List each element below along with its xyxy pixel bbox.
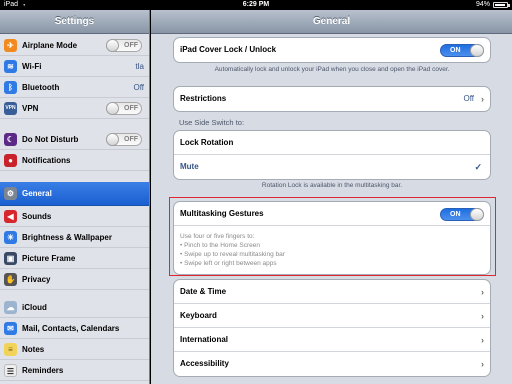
sidebar-item-reminders[interactable]: ☰ Reminders [0, 360, 149, 381]
do-not-disturb-toggle[interactable]: OFF [106, 133, 142, 146]
vpn-toggle[interactable]: OFF [106, 102, 142, 115]
wifi-network-value: tla [135, 62, 144, 71]
status-bar: iPad ◔ 6:29 PM 94% [0, 0, 512, 10]
sun-icon: ☀ [4, 231, 17, 244]
sidebar-item-sounds[interactable]: ◀ Sounds [0, 206, 149, 227]
sidebar-item-notifications[interactable]: ● Notifications [0, 150, 149, 171]
date-time-row[interactable]: Date & Time › [174, 280, 490, 304]
sidebar-item-icloud[interactable]: ☁ iCloud [0, 297, 149, 318]
sidebar-item-picture-frame[interactable]: ▣ Picture Frame [0, 248, 149, 269]
mail-icon: ✉ [4, 322, 17, 335]
restrictions-row[interactable]: Restrictions Off › [174, 87, 490, 111]
side-switch-group: Lock Rotation Mute ✓ [173, 130, 491, 180]
picture-frame-icon: ▣ [4, 252, 17, 265]
highlight-box [169, 197, 496, 276]
international-row[interactable]: International › [174, 328, 490, 352]
cover-lock-row: iPad Cover Lock / Unlock ON [174, 38, 490, 62]
cloud-icon: ☁ [4, 301, 17, 314]
chevron-right-icon: › [481, 359, 484, 369]
hand-icon: ✋ [4, 273, 17, 286]
chevron-right-icon: › [481, 287, 484, 297]
speaker-icon: ◀ [4, 210, 17, 223]
sidebar-item-notes[interactable]: ≡ Notes [0, 339, 149, 360]
moon-icon: ☾ [4, 133, 17, 146]
sidebar-item-privacy[interactable]: ✋ Privacy [0, 269, 149, 290]
notifications-icon: ● [4, 154, 17, 167]
page-title: General [151, 10, 512, 34]
accessibility-row[interactable]: Accessibility › [174, 352, 490, 376]
sidebar-item-wifi[interactable]: ≋ Wi-Fi tla [0, 56, 149, 77]
keyboard-row[interactable]: Keyboard › [174, 304, 490, 328]
sidebar-item-mail-contacts-calendars[interactable]: ✉ Mail, Contacts, Calendars [0, 318, 149, 339]
notes-icon: ≡ [4, 343, 17, 356]
sidebar-title: Settings [0, 10, 149, 34]
chevron-right-icon: › [481, 311, 484, 321]
airplane-icon: ✈ [4, 39, 17, 52]
sidebar-item-general[interactable]: ⚙ General [0, 182, 149, 206]
chevron-right-icon: › [481, 94, 484, 104]
side-switch-header: Use Side Switch to: [179, 118, 245, 127]
wifi-icon: ≋ [4, 60, 17, 73]
side-switch-footnote: Rotation Lock is available in the multit… [261, 182, 403, 189]
sidebar-item-do-not-disturb[interactable]: ☾ Do Not Disturb OFF [0, 129, 149, 150]
vpn-icon: VPN [4, 102, 17, 115]
cover-lock-group: iPad Cover Lock / Unlock ON [173, 37, 491, 63]
bluetooth-value: Off [133, 83, 144, 92]
reminders-icon: ☰ [4, 364, 17, 377]
bluetooth-icon: ᛒ [4, 81, 17, 94]
restrictions-value: Off [463, 94, 474, 103]
restrictions-group: Restrictions Off › [173, 86, 491, 112]
cover-lock-toggle[interactable]: ON [440, 44, 484, 57]
settings-sidebar: Settings ✈ Airplane Mode OFF ≋ Wi-Fi tla… [0, 10, 150, 384]
checkmark-icon: ✓ [474, 162, 482, 172]
sidebar-item-airplane-mode[interactable]: ✈ Airplane Mode OFF [0, 35, 149, 56]
sidebar-item-vpn[interactable]: VPN VPN OFF [0, 98, 149, 119]
clock: 6:29 PM [242, 1, 270, 8]
lock-rotation-option[interactable]: Lock Rotation [174, 131, 490, 155]
sidebar-item-brightness-wallpaper[interactable]: ☀ Brightness & Wallpaper [0, 227, 149, 248]
sidebar-item-bluetooth[interactable]: ᛒ Bluetooth Off [0, 77, 149, 98]
battery-icon [493, 2, 508, 8]
more-settings-group: Date & Time › Keyboard › International ›… [173, 279, 491, 377]
battery-percent: 94% [475, 1, 490, 8]
mute-option[interactable]: Mute ✓ [174, 155, 490, 179]
cover-lock-footnote: Automatically lock and unlock your iPad … [214, 66, 450, 73]
chevron-right-icon: › [481, 335, 484, 345]
gear-icon: ⚙ [4, 187, 17, 200]
airplane-mode-toggle[interactable]: OFF [106, 39, 142, 52]
